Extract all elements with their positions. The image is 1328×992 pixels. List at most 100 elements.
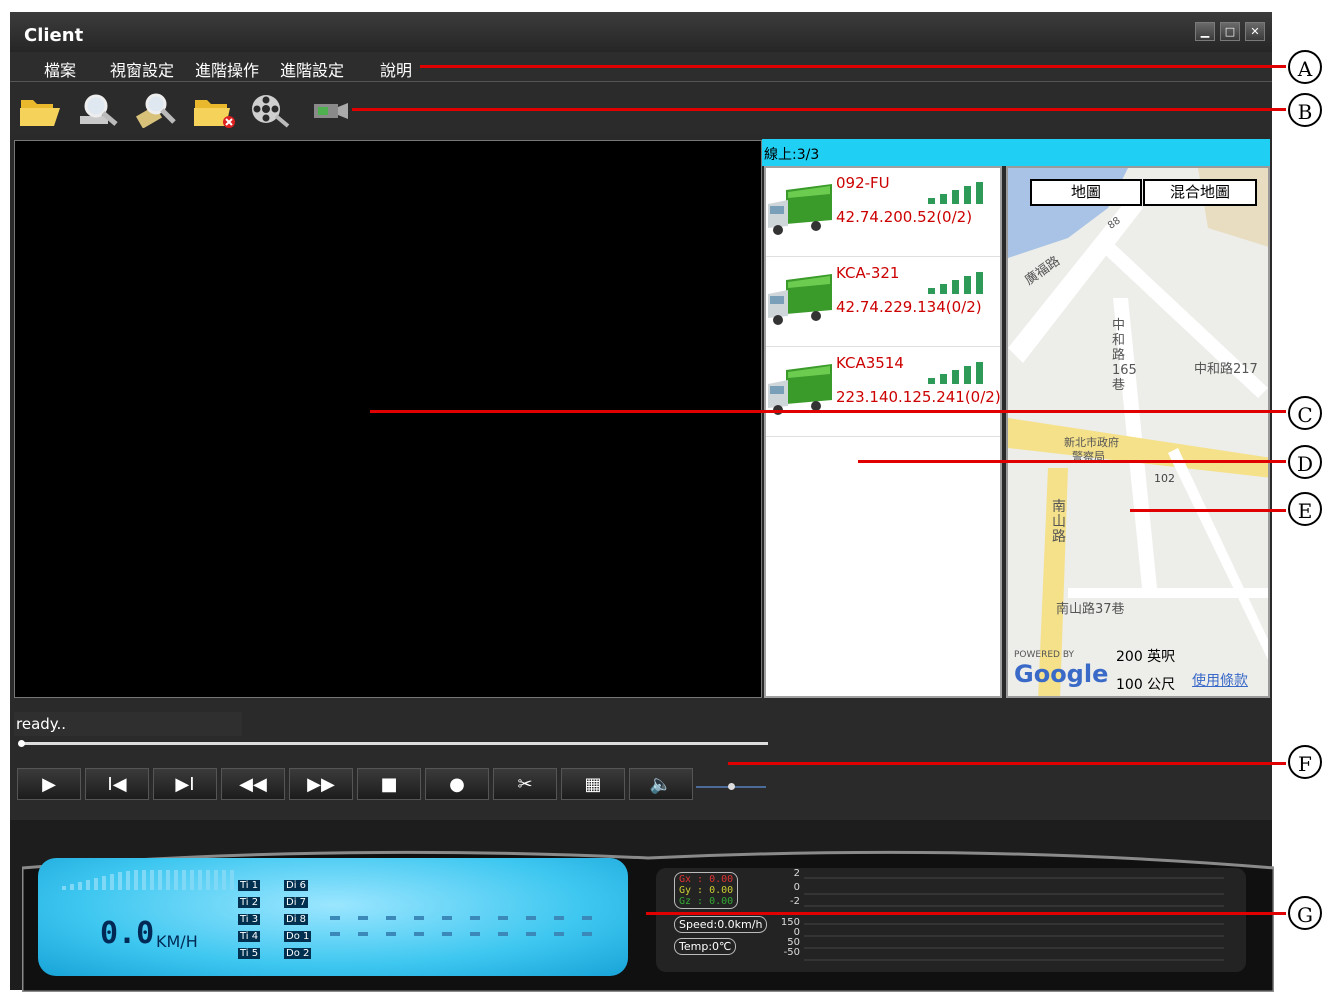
player-controls: ▶ I◀ ▶I ◀◀ ▶▶ ■ ● ✂ ▦ 🔈 [17, 768, 693, 802]
map-scale-m: 100 公尺 [1116, 677, 1176, 693]
input-ti2: Ti 2 [238, 897, 261, 908]
signal-icon [928, 360, 988, 384]
status-bar: ready.. [14, 712, 242, 736]
window-title: Client [24, 25, 84, 46]
callout-f: F [1288, 745, 1322, 779]
input-di6: Di 6 [284, 880, 309, 891]
callout-line-g [646, 912, 1286, 915]
speed-unit: KM/H [156, 932, 198, 951]
vehicle-ip: 42.74.229.134(0/2) [836, 298, 982, 316]
close-icon[interactable]: ✕ [1245, 22, 1265, 41]
g-scale-tick: 2 [793, 868, 800, 879]
title-bar[interactable] [10, 12, 1272, 52]
previous-button[interactable]: I◀ [85, 768, 149, 800]
callout-a: A [1288, 50, 1322, 84]
video-display[interactable] [14, 140, 762, 698]
gx-value: Gx : 0.00 [679, 874, 734, 885]
status-text: ready.. [16, 715, 67, 733]
volume-button[interactable]: 🔈 [629, 768, 693, 800]
grid-layout-button[interactable]: ▦ [561, 768, 625, 800]
search-icon[interactable] [76, 92, 120, 128]
map-view[interactable]: 廣福路 中和路165巷 中和路217 新北市政府 警察局 102 南山路 南山路… [1006, 166, 1270, 698]
input-ti3: Ti 3 [238, 914, 261, 925]
sensor-panel: Gx : 0.00 Gy : 0.00 Gz : 0.00 Speed:0.0k… [656, 868, 1246, 972]
callout-e: E [1288, 492, 1322, 526]
fast-forward-button[interactable]: ▶▶ [289, 768, 353, 800]
map-label: 南山路 [1052, 499, 1066, 545]
callout-g: G [1288, 896, 1322, 930]
map-label: 中和路165巷 [1112, 318, 1137, 393]
stop-button[interactable]: ■ [357, 768, 421, 800]
input-indicators-left: Ti 1 Ti 2 Ti 3 Ti 4 Ti 5 [238, 876, 261, 961]
callout-line-d [858, 460, 1286, 463]
minimize-icon[interactable]: ▁ [1195, 22, 1215, 41]
map-terms-link[interactable]: 使用條款 [1192, 670, 1248, 690]
input-ti4: Ti 4 [238, 931, 261, 942]
play-button[interactable]: ▶ [17, 768, 81, 800]
truck-icon [768, 184, 832, 235]
g-scale-tick: -2 [790, 896, 800, 907]
callout-d: D [1288, 445, 1322, 479]
vehicle-ip: 42.74.200.52(0/2) [836, 208, 973, 226]
menu-advanced-operations[interactable]: 進階操作 [195, 57, 259, 81]
speed-value: 0.0 [100, 916, 155, 951]
temp-scale-tick: -50 [783, 947, 800, 958]
rewind-button[interactable]: ◀◀ [221, 768, 285, 800]
callout-b: B [1288, 93, 1322, 127]
speed-readout: Speed:0.0km/h [674, 916, 768, 933]
vehicle-item[interactable]: 092-FU 42.74.200.52(0/2) [766, 168, 1000, 257]
callout-line-c [370, 410, 1286, 413]
map-powered-by: POWERED BY [1014, 650, 1075, 660]
vehicle-ip: 223.140.125.241(0/2) [836, 388, 1001, 406]
map-label: 中和路217 [1194, 362, 1258, 377]
menu-file[interactable]: 檔案 [44, 57, 76, 81]
vehicle-name: 092-FU [836, 174, 890, 192]
camera-icon[interactable] [306, 92, 350, 128]
input-ti5: Ti 5 [238, 948, 261, 959]
truck-icon [768, 274, 832, 325]
search-settings-icon[interactable] [134, 92, 178, 128]
snapshot-button[interactable]: ✂ [493, 768, 557, 800]
segment-dashes [330, 916, 592, 936]
maximize-icon[interactable]: □ [1220, 22, 1240, 41]
vehicle-item[interactable]: KCA3514 223.140.125.241(0/2) [766, 348, 1001, 437]
vehicle-item[interactable]: KCA-321 42.74.229.134(0/2) [766, 258, 1000, 347]
close-folder-icon[interactable] [192, 92, 236, 128]
open-folder-icon[interactable] [18, 92, 62, 128]
record-button[interactable]: ● [425, 768, 489, 800]
next-button[interactable]: ▶I [153, 768, 217, 800]
vehicle-name: KCA3514 [836, 354, 904, 372]
map-scale-ft: 200 英呎 [1116, 649, 1176, 665]
volume-handle[interactable] [728, 783, 735, 790]
rpm-bar [62, 870, 234, 890]
output-do2: Do 2 [284, 948, 312, 959]
gy-value: Gy : 0.00 [679, 885, 734, 896]
menu-advanced-settings[interactable]: 進階設定 [280, 57, 344, 81]
online-count: 線上:3/3 [764, 147, 820, 163]
signal-icon [928, 270, 988, 294]
temperature-readout: Temp:0℃ [674, 938, 737, 955]
sensor-chart-grid [804, 877, 1224, 961]
g-scale-tick: 0 [793, 882, 800, 893]
map-tab[interactable]: 地圖 [1030, 179, 1142, 206]
callout-line-e [1130, 509, 1286, 512]
film-reel-icon[interactable] [248, 92, 292, 128]
callout-line-b [352, 108, 1286, 111]
map-label: 102 [1154, 472, 1175, 485]
menu-window-settings[interactable]: 視窗設定 [110, 57, 174, 81]
map-label: 南山路37巷 [1056, 602, 1125, 617]
hybrid-map-tab[interactable]: 混合地圖 [1143, 179, 1257, 206]
google-logo: Google [1014, 660, 1109, 688]
input-di8: Di 8 [284, 914, 309, 925]
map-roads [1008, 168, 1268, 696]
gz-value: Gz : 0.00 [679, 896, 734, 907]
output-do1: Do 1 [284, 931, 312, 942]
g-sensor-readout: Gx : 0.00 Gy : 0.00 Gz : 0.00 [674, 872, 739, 909]
seek-handle[interactable] [18, 740, 25, 747]
temp-scale: 150 0 50 -50 [760, 918, 800, 958]
online-count-bar: 線上:3/3 [762, 139, 1270, 166]
seek-bar[interactable] [20, 742, 768, 745]
input-ti1: Ti 1 [238, 880, 261, 891]
menu-help[interactable]: 說明 [380, 57, 412, 81]
callout-c: C [1288, 396, 1322, 430]
